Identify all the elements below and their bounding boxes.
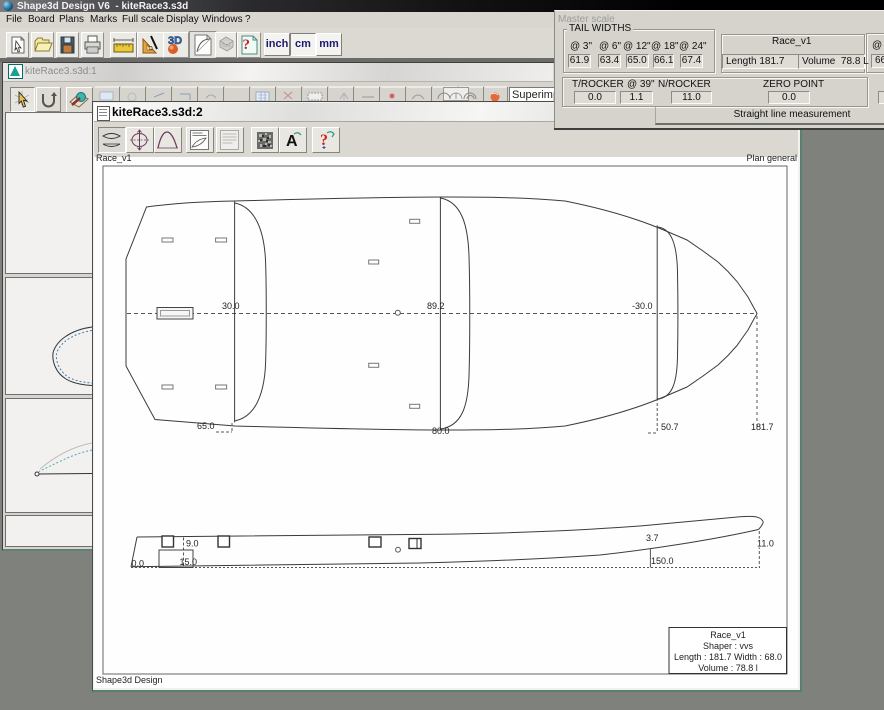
svg-text:A: A (286, 133, 298, 150)
svg-text:50.7: 50.7 (661, 422, 679, 432)
svg-text:Shaper : vvs: Shaper : vvs (703, 641, 754, 651)
svg-text:Volume : 78.8 l: Volume : 78.8 l (698, 663, 758, 673)
svg-text:181.7: 181.7 (751, 422, 774, 432)
svg-text:3.7: 3.7 (646, 533, 659, 543)
svg-text:11.0: 11.0 (757, 539, 774, 549)
svg-text:Race_v1: Race_v1 (710, 630, 746, 640)
svg-text:30.0: 30.0 (222, 301, 240, 311)
svg-text:?: ? (242, 37, 250, 53)
svg-text:15.0: 15.0 (180, 557, 198, 567)
svg-text:Length : 181.7 Width : 68.0: Length : 181.7 Width : 68.0 (674, 652, 782, 662)
svg-text:80.0: 80.0 (432, 426, 450, 436)
svg-text:-30.0: -30.0 (632, 301, 653, 311)
svg-text:9.0: 9.0 (186, 539, 199, 549)
svg-text:0.0: 0.0 (132, 559, 145, 569)
svg-text:89.2: 89.2 (427, 301, 445, 311)
svg-text:65.0: 65.0 (197, 421, 215, 431)
svg-text:150.0: 150.0 (651, 556, 674, 566)
